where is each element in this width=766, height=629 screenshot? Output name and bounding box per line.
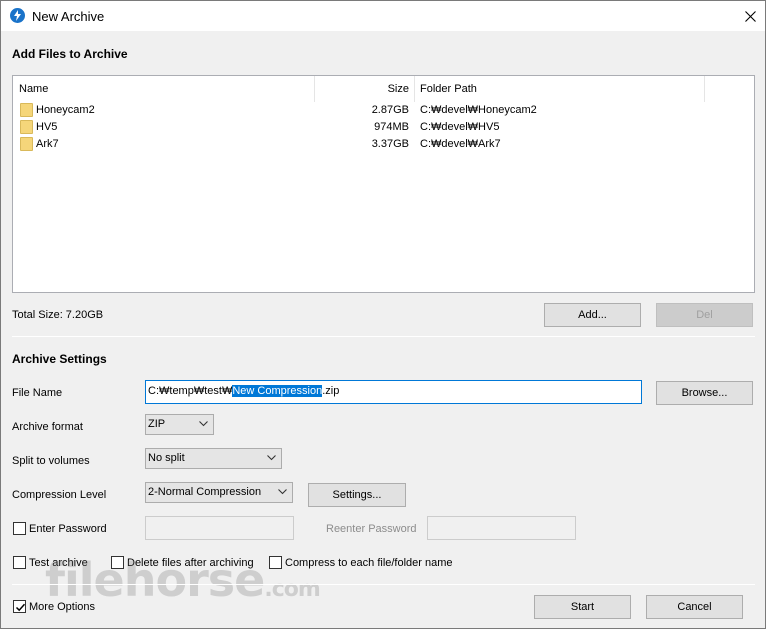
column-header-path[interactable]: Folder Path xyxy=(415,76,705,102)
del-button[interactable]: Del xyxy=(656,303,753,327)
list-header: Name Size Folder Path xyxy=(13,76,754,102)
close-button[interactable] xyxy=(735,1,765,31)
total-size: Total Size: 7.20GB xyxy=(12,309,104,321)
window-title: New Archive xyxy=(32,9,105,24)
item-size: 3.37GB xyxy=(371,138,409,150)
archive-format-value: ZIP xyxy=(148,418,166,430)
file-list[interactable]: Name Size Folder Path Honeycam2 2.87GB C… xyxy=(12,75,755,293)
add-files-heading: Add Files to Archive xyxy=(12,47,128,61)
close-icon xyxy=(744,10,756,22)
app-icon xyxy=(10,8,25,23)
column-header-name[interactable]: Name xyxy=(13,76,315,102)
compression-level-label: Compression Level xyxy=(12,489,107,501)
start-button[interactable]: Start xyxy=(534,595,631,619)
watermark: filehorse.com xyxy=(45,553,321,607)
split-volumes-label: Split to volumes xyxy=(12,455,90,467)
cancel-button[interactable]: Cancel xyxy=(646,595,743,619)
item-size: 974MB xyxy=(374,121,409,133)
item-name: HV5 xyxy=(36,121,58,133)
item-name: Honeycam2 xyxy=(36,104,95,116)
reenter-password-label: Reenter Password xyxy=(326,523,417,535)
enter-password-checkbox[interactable] xyxy=(13,522,26,535)
add-button[interactable]: Add... xyxy=(544,303,641,327)
split-volumes-select[interactable]: No split xyxy=(145,448,282,469)
new-archive-dialog: New Archive Add Files to Archive Name Si… xyxy=(0,0,766,629)
chevron-down-icon xyxy=(267,455,276,461)
archive-format-label: Archive format xyxy=(12,421,83,433)
chevron-down-icon xyxy=(278,489,287,495)
divider xyxy=(12,336,755,337)
more-options-label: More Options xyxy=(29,601,96,613)
more-options-checkbox[interactable] xyxy=(13,600,26,613)
file-name-prefix: C:₩temp₩test₩ xyxy=(148,385,233,397)
item-size: 2.87GB xyxy=(371,104,409,116)
password-input[interactable] xyxy=(145,516,294,540)
item-path: C:₩devel₩HV5 xyxy=(420,121,500,133)
item-path: C:₩devel₩Ark7 xyxy=(420,138,501,150)
list-item[interactable]: Ark7 3.37GB C:₩devel₩Ark7 xyxy=(13,136,754,153)
title-bar: New Archive xyxy=(1,1,765,31)
column-header-size[interactable]: Size xyxy=(315,76,415,102)
test-archive-checkbox[interactable] xyxy=(13,556,26,569)
item-path: C:₩devel₩Honeycam2 xyxy=(420,104,537,116)
archive-settings-heading: Archive Settings xyxy=(12,352,107,366)
item-name: Ark7 xyxy=(36,138,59,150)
checkmark-icon xyxy=(15,603,26,612)
file-name-selected: New Compression xyxy=(232,385,323,397)
compression-level-select[interactable]: 2-Normal Compression xyxy=(145,482,293,503)
list-item[interactable]: HV5 974MB C:₩devel₩HV5 xyxy=(13,119,754,136)
archive-format-select[interactable]: ZIP xyxy=(145,414,214,435)
file-name-input[interactable]: C:₩temp₩test₩New Compression.zip xyxy=(145,380,642,404)
chevron-down-icon xyxy=(199,421,208,427)
enter-password-label: Enter Password xyxy=(29,523,107,535)
divider xyxy=(12,584,755,585)
browse-button[interactable]: Browse... xyxy=(656,381,753,405)
file-name-suffix: .zip xyxy=(322,385,340,397)
settings-button[interactable]: Settings... xyxy=(308,483,406,507)
file-name-label: File Name xyxy=(12,387,63,399)
list-item[interactable]: Honeycam2 2.87GB C:₩devel₩Honeycam2 xyxy=(13,102,754,119)
folder-icon xyxy=(20,120,33,134)
folder-icon xyxy=(20,103,33,117)
reenter-password-input[interactable] xyxy=(427,516,576,540)
compression-level-value: 2-Normal Compression xyxy=(148,486,262,498)
folder-icon xyxy=(20,137,33,151)
split-volumes-value: No split xyxy=(148,452,185,464)
